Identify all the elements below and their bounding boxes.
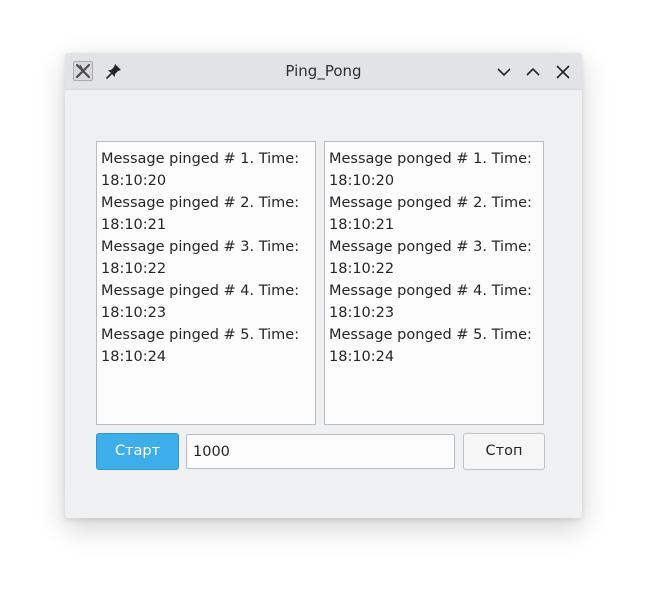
list-item: Message ponged # 4. Time: 18:10:23 [329,283,532,321]
list-item: Message ponged # 5. Time: 18:10:24 [329,327,532,365]
pong-log-textarea[interactable]: Message ponged # 1. Time: 18:10:20 Messa… [324,141,544,425]
stop-button[interactable]: Стоп [463,433,545,470]
app-window: Ping_Pong Message pinged # 1. Time: 18:1… [65,53,582,518]
start-button[interactable]: Старт [96,433,179,470]
list-item: Message pinged # 1. Time: 18:10:20 [101,151,300,189]
list-item: Message pinged # 2. Time: 18:10:21 [101,195,300,233]
list-item: Message pinged # 4. Time: 18:10:23 [101,283,300,321]
list-item: Message ponged # 3. Time: 18:10:22 [329,239,532,277]
titlebar[interactable]: Ping_Pong [65,53,582,90]
list-item: Message pinged # 3. Time: 18:10:22 [101,239,300,277]
list-item: Message ponged # 1. Time: 18:10:20 [329,151,532,189]
list-item: Message pinged # 5. Time: 18:10:24 [101,327,300,365]
interval-input[interactable] [186,434,455,469]
ping-log-textarea[interactable]: Message pinged # 1. Time: 18:10:20 Messa… [96,141,316,425]
chevron-up-icon[interactable] [522,61,544,83]
pin-icon[interactable] [105,62,123,80]
chevron-down-icon[interactable] [493,61,515,83]
list-item: Message ponged # 2. Time: 18:10:21 [329,195,532,233]
x-logo-icon[interactable] [73,61,93,81]
close-icon[interactable] [552,61,574,83]
